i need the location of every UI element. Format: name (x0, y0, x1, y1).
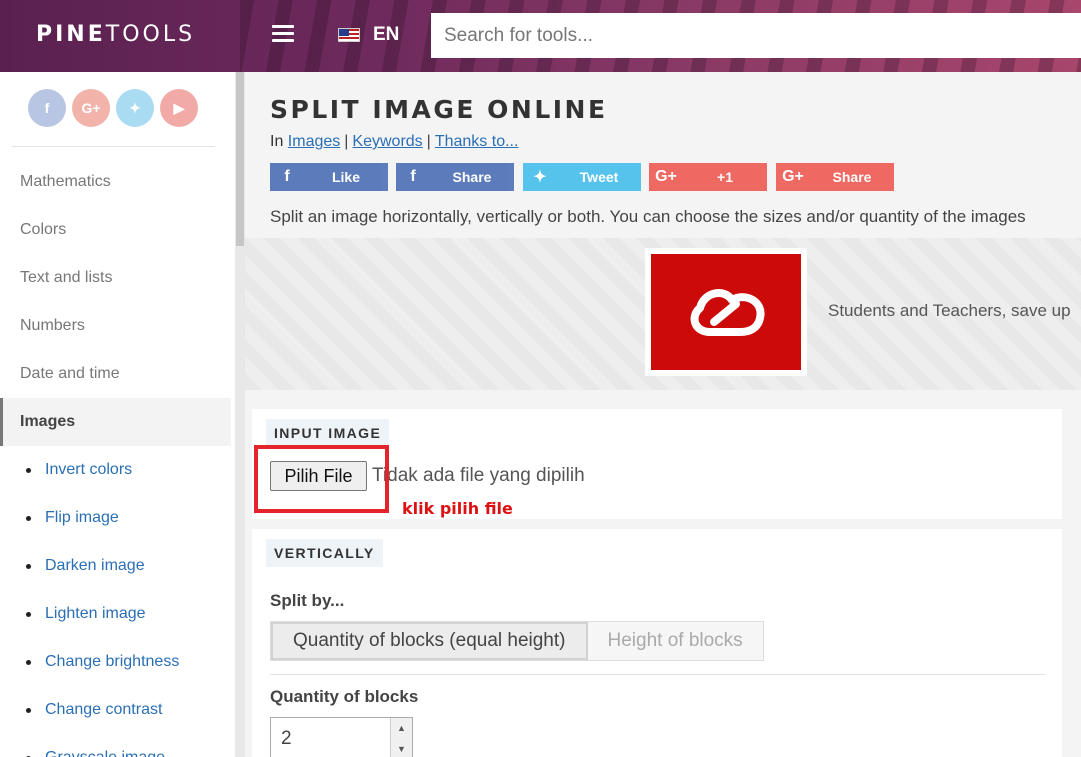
facebook-icon: f (284, 168, 290, 185)
facebook-like-button[interactable]: f Like (270, 163, 388, 191)
facebook-share-button[interactable]: f Share (396, 163, 514, 191)
youtube-icon[interactable]: ▶ (160, 89, 198, 127)
sidebar-subitem-flip-image[interactable]: Flip image (0, 494, 231, 542)
tool-description: Split an image horizontally, vertically … (270, 207, 1026, 226)
annotation-text: klik pilih file (402, 499, 513, 518)
twitter-icon: ✦ (533, 169, 547, 186)
quantity-input[interactable] (271, 718, 389, 757)
sidebar-menu: Mathematics Colors Text and lists Number… (0, 158, 231, 757)
sidebar-item-text-and-lists[interactable]: Text and lists (0, 254, 231, 302)
creative-cloud-icon (690, 289, 765, 336)
google-plus-share-button[interactable]: G+ Share (776, 163, 894, 191)
like-label: Like (331, 169, 360, 185)
plus-one-label: +1 (717, 169, 733, 185)
ad-image[interactable] (645, 248, 807, 376)
sidebar-item-colors[interactable]: Colors (0, 206, 231, 254)
breadcrumb-link-images[interactable]: Images (288, 133, 340, 150)
google-plus-icon: G+ (655, 168, 677, 185)
sidebar-subitem-darken-image[interactable]: Darken image (0, 542, 231, 590)
option-quantity-of-blocks[interactable]: Quantity of blocks (equal height) (271, 622, 588, 660)
quantity-of-blocks-label: Quantity of blocks (270, 687, 419, 706)
us-flag-icon[interactable] (338, 28, 360, 42)
sidebar: f G+ ✦ ▶ Mathematics Colors Text and lis… (0, 72, 245, 757)
vertically-panel: VERTICALLY Split by... Quantity of block… (252, 529, 1062, 757)
ad-banner: Students and Teachers, save up (245, 238, 1081, 390)
twitter-icon[interactable]: ✦ (116, 89, 154, 127)
logo-light-text: TOOLS (105, 22, 196, 47)
ad-text[interactable]: Students and Teachers, save up (828, 301, 1071, 321)
sidebar-subitem-change-contrast[interactable]: Change contrast (0, 686, 231, 734)
section-divider (270, 674, 1045, 675)
input-image-panel: INPUT IMAGE Pilih File Tidak ada file ya… (252, 409, 1062, 519)
facebook-icon: f (410, 168, 416, 185)
input-image-tag: INPUT IMAGE (266, 419, 390, 447)
breadcrumb: In Images | Keywords | Thanks to... (270, 133, 519, 150)
sidebar-subitem-lighten-image[interactable]: Lighten image (0, 590, 231, 638)
facebook-icon[interactable]: f (28, 89, 66, 127)
no-file-chosen-text: Tidak ada file yang dipilih (372, 465, 585, 486)
social-links: f G+ ✦ ▶ (28, 89, 198, 127)
option-height-of-blocks[interactable]: Height of blocks (587, 622, 763, 660)
spin-down-icon[interactable]: ▼ (391, 739, 412, 757)
scrollbar-thumb[interactable] (236, 72, 244, 246)
search-input[interactable] (431, 13, 1081, 58)
sidebar-item-images[interactable]: Images (0, 398, 231, 446)
breadcrumb-link-thanks[interactable]: Thanks to... (435, 133, 519, 150)
sidebar-divider (12, 146, 215, 147)
pinetools-logo[interactable]: PINETOOLS (36, 22, 195, 47)
page-title: SPLIT IMAGE ONLINE (270, 95, 608, 124)
annotation-highlight-box (254, 445, 389, 513)
tweet-label: Tweet (579, 169, 619, 185)
hamburger-menu-icon[interactable] (272, 25, 294, 43)
sidebar-item-numbers[interactable]: Numbers (0, 302, 231, 350)
sidebar-subitem-invert-colors[interactable]: Invert colors (0, 446, 231, 494)
vertically-tag: VERTICALLY (266, 539, 383, 567)
sidebar-item-mathematics[interactable]: Mathematics (0, 158, 231, 206)
main-content: SPLIT IMAGE ONLINE In Images | Keywords | Th… (245, 72, 1081, 757)
google-plus-icon[interactable]: G+ (72, 89, 110, 127)
logo-bold-text: PINE (36, 22, 106, 47)
spinner[interactable]: ▲ ▼ (390, 718, 412, 757)
breadcrumb-link-keywords[interactable]: Keywords (352, 133, 422, 150)
google-plus-one-button[interactable]: G+ +1 (649, 163, 767, 191)
breadcrumb-prefix: In (270, 133, 284, 150)
tweet-button[interactable]: ✦ Tweet (523, 163, 641, 191)
share-label: Share (452, 169, 492, 185)
google-plus-icon: G+ (782, 168, 804, 185)
sidebar-subitem-grayscale-image[interactable]: Grayscale image (0, 734, 231, 757)
split-by-label: Split by... (270, 591, 345, 610)
sidebar-scrollbar[interactable] (235, 72, 245, 757)
language-selector[interactable]: EN (373, 24, 399, 46)
gplus-share-label: Share (832, 169, 872, 185)
sidebar-item-date-and-time[interactable]: Date and time (0, 350, 231, 398)
spin-up-icon[interactable]: ▲ (391, 718, 412, 739)
top-header: PINETOOLS EN (0, 0, 1081, 72)
sidebar-subitem-change-brightness[interactable]: Change brightness (0, 638, 231, 686)
split-by-toggle: Quantity of blocks (equal height) Height… (270, 621, 764, 661)
quantity-stepper[interactable]: ▲ ▼ (270, 717, 413, 757)
